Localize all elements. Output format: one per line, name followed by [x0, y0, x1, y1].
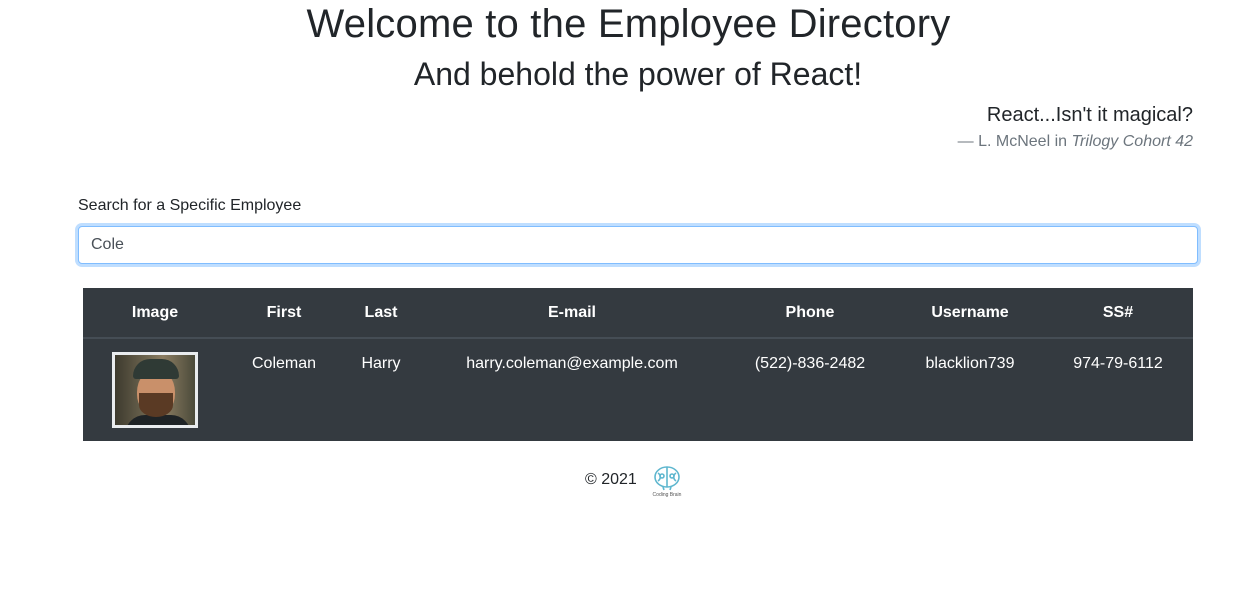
coding-brain-logo-icon: Coding Brain	[653, 466, 682, 498]
column-header-email: E-mail	[421, 288, 723, 339]
employee-photo	[112, 352, 198, 428]
svg-text:Coding Brain: Coding Brain	[653, 492, 682, 498]
quote-author: — L. McNeel in	[957, 133, 1072, 150]
employee-last-name: Harry	[361, 355, 401, 372]
table-header-row: Image First Last E-mail Phone Username S…	[83, 288, 1193, 339]
column-header-phone: Phone	[723, 288, 897, 339]
column-header-last: Last	[341, 288, 421, 339]
employee-username: blacklion739	[925, 355, 1015, 372]
column-header-image: Image	[83, 288, 227, 339]
column-header-first: First	[227, 288, 341, 339]
employee-first-name: Coleman	[251, 355, 317, 372]
page-subtitle: And behold the power of React!	[413, 56, 863, 92]
quote-text: React...Isn't it magical?	[986, 104, 1193, 126]
search-input[interactable]	[78, 226, 1198, 264]
employee-image-cell	[83, 338, 227, 439]
quote-source: Trilogy Cohort 42	[1071, 133, 1193, 150]
table-row: Coleman Harry harry.coleman@example.com …	[83, 338, 1193, 439]
column-header-ssn: SS#	[1043, 288, 1193, 339]
page-title: Welcome to the Employee Directory	[306, 2, 951, 46]
column-header-username: Username	[897, 288, 1043, 339]
employee-ssn: 974-79-6112	[1073, 355, 1163, 372]
quote-footer: — L. McNeel in Trilogy Cohort 42	[958, 133, 1193, 151]
employee-email: harry.coleman@example.com	[466, 355, 678, 372]
copyright: © 2021	[585, 471, 637, 488]
search-label: Search for a Specific Employee	[78, 197, 302, 214]
employee-table: Image First Last E-mail Phone Username S…	[83, 288, 1193, 441]
employee-phone: (522)-836-2482	[754, 355, 866, 372]
